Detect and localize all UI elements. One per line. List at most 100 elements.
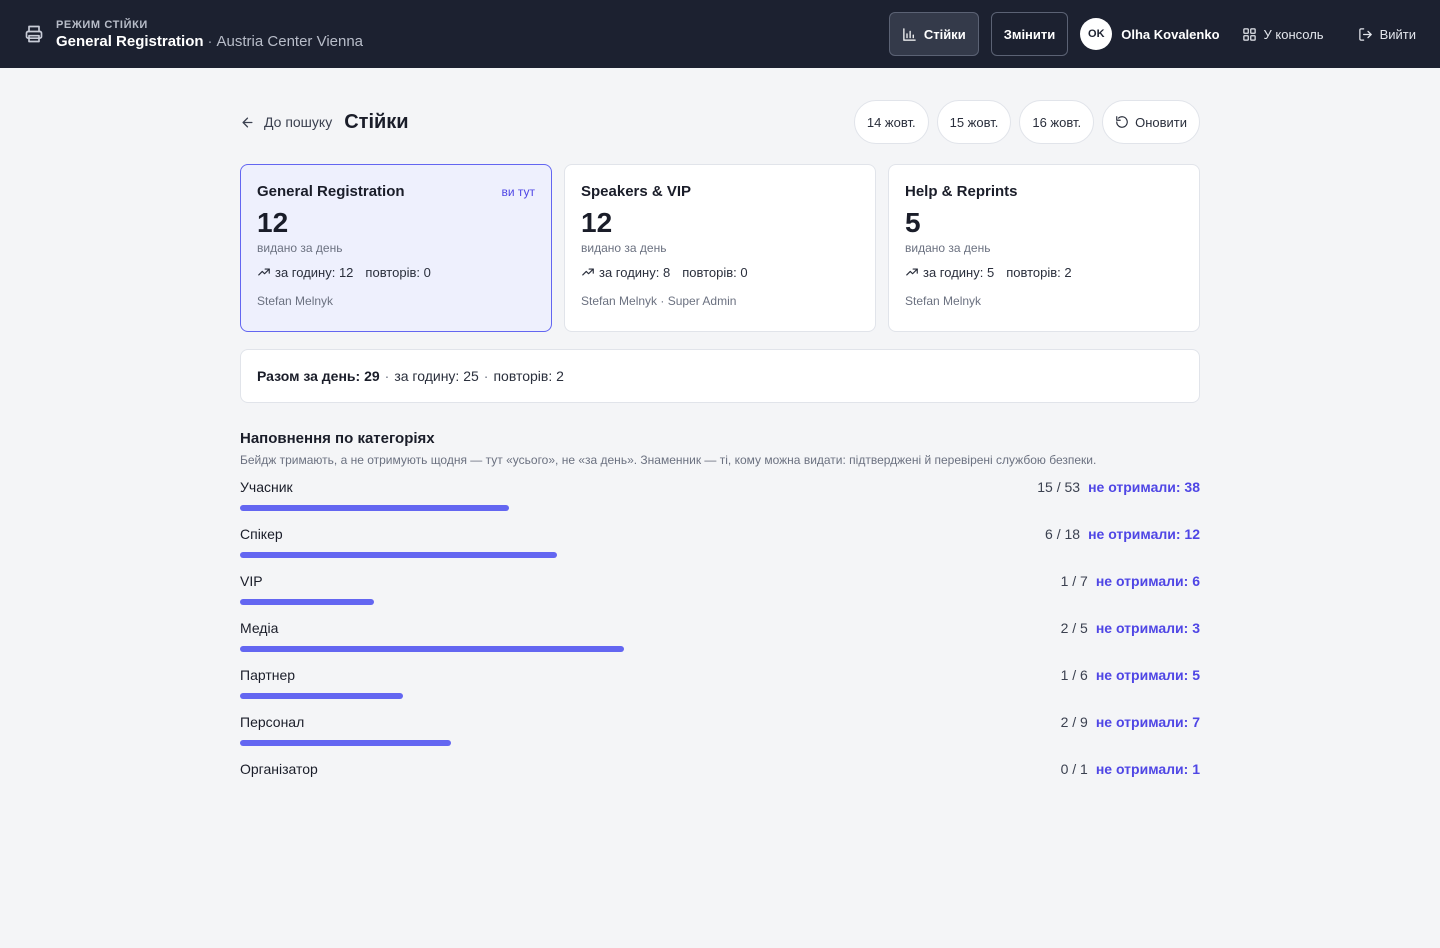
page-title: Стійки (344, 110, 409, 133)
printer-icon (24, 24, 44, 44)
station-card-general[interactable]: General Registration ви тут 12 видано за… (240, 164, 552, 332)
trending-up-icon (906, 268, 918, 276)
category-progress-fill (240, 505, 509, 511)
current-station-badge: ви тут (501, 184, 535, 199)
bar-chart-icon (903, 27, 916, 41)
categories-description: Бейдж тримають, а не отримують щодня — т… (240, 453, 1097, 467)
station-card-help[interactable]: Help & Reprints 5 видано за день за годи… (888, 164, 1200, 332)
category-progress-bar (240, 787, 1200, 793)
stands-button[interactable]: Стійки (888, 12, 979, 56)
category-fraction: 15 / 53 (1037, 479, 1081, 495)
station-card-reprints: повторів: 0 (682, 264, 748, 280)
station-card-per-hour: за годину: 12 (275, 264, 354, 280)
category-fraction: 0 / 1 (1060, 761, 1088, 777)
daily-totals: Разом за день: 29 · за годину: 25 · повт… (240, 349, 1200, 403)
station-card-per-hour: за годину: 5 (923, 264, 995, 280)
main-content: До пошуку Стійки 14 жовт. 15 жовт. 16 жо… (240, 68, 1200, 806)
category-name: Спікер (240, 526, 283, 542)
back-link-label: До пошуку (264, 114, 333, 130)
brand: РЕЖИМ СТІЙКИ General Registration · Austri… (24, 19, 363, 50)
day-button-3[interactable]: 16 жовт. (1019, 100, 1095, 144)
station-card-count: 12 (581, 207, 613, 238)
station-card-reprints: повторів: 0 (365, 264, 431, 280)
category-name: VIP (240, 573, 263, 589)
station-card-count: 12 (257, 207, 289, 238)
trending-up-icon (258, 268, 270, 276)
logout-icon (1358, 27, 1372, 41)
category-fraction: 2 / 5 (1060, 620, 1088, 636)
day-button-1[interactable]: 14 жовт. (853, 100, 929, 144)
station-card-count-label: видано за день (581, 240, 667, 255)
day-selector: 14 жовт. 15 жовт. 16 жовт. Оновити (853, 100, 1200, 144)
category-missing-link[interactable]: не отримали: 12 (1088, 526, 1200, 542)
logout-link[interactable]: Вийти (1358, 27, 1416, 42)
station-card-count-label: видано за день (257, 240, 343, 255)
station-card-speakers[interactable]: Speakers & VIP 12 видано за день за годи… (564, 164, 876, 332)
category-row: VIP 1 / 7 не отримали: 6 (240, 571, 1200, 618)
mode-label: РЕЖИМ СТІЙКИ (56, 18, 148, 31)
station-card-count: 5 (905, 207, 921, 238)
category-name: Організатор (240, 761, 318, 777)
console-link-label: У консоль (1263, 26, 1324, 42)
category-progress-bar (240, 599, 1200, 605)
category-progress-fill (240, 646, 624, 652)
avatar: OK (1080, 18, 1113, 50)
category-missing-link[interactable]: не отримали: 7 (1096, 714, 1200, 730)
station-name: General Registration (56, 32, 204, 50)
category-missing-link[interactable]: не отримали: 38 (1088, 479, 1200, 495)
back-link[interactable]: До пошуку (240, 114, 332, 130)
refresh-button-label: Оновити (1135, 114, 1187, 130)
arrow-left-icon (242, 117, 253, 127)
logout-link-label: Вийти (1379, 26, 1416, 42)
station-card-name: Help & Reprints (905, 183, 1018, 200)
totals-reprints: повторів: 2 (493, 368, 564, 384)
category-fraction: 6 / 18 (1045, 526, 1081, 542)
stands-button-label: Стійки (923, 26, 966, 42)
station-card-reprints: повторів: 2 (1006, 264, 1072, 280)
station-card-count-label: видано за день (905, 240, 991, 255)
category-row: Учасник 15 / 53 не отримали: 38 (240, 477, 1200, 524)
station-card-staff: Stefan Melnyk · Super Admin (581, 293, 737, 308)
category-progress-bar (240, 740, 1200, 746)
category-row: Медіа 2 / 5 не отримали: 3 (240, 618, 1200, 665)
category-progress-fill (240, 693, 404, 699)
day-button-2[interactable]: 15 жовт. (936, 100, 1012, 144)
category-missing-link[interactable]: не отримали: 3 (1096, 620, 1200, 636)
top-nav: Стійки Змінити OK Olha Kovalenko У консо… (888, 12, 1416, 56)
category-row: Спікер 6 / 18 не отримали: 12 (240, 524, 1200, 571)
venue-name: Austria Center Vienna (216, 32, 364, 50)
station-card-staff: Stefan Melnyk (905, 293, 982, 308)
category-progress-fill (240, 599, 375, 605)
user-menu[interactable]: OK Olha Kovalenko (1080, 18, 1220, 50)
trending-up-icon (582, 268, 594, 276)
category-name: Персонал (240, 714, 305, 730)
totals-separator: · (384, 368, 390, 384)
change-button-label: Змінити (1003, 26, 1056, 42)
category-missing-link[interactable]: не отримали: 6 (1096, 573, 1200, 589)
user-name: Olha Kovalenko (1121, 26, 1220, 42)
station-card-name: Speakers & VIP (581, 183, 692, 200)
station-title: General Registration · Austria Center Vien… (56, 33, 363, 50)
console-link[interactable]: У консоль (1242, 27, 1324, 42)
refresh-icon (1116, 116, 1128, 128)
totals-label: Разом за день: (257, 368, 361, 384)
totals-per-hour: за годину: 25 (394, 368, 479, 384)
categories-title: Наповнення по категоріях (240, 430, 435, 447)
category-name: Партнер (240, 667, 296, 683)
category-fraction: 2 / 9 (1060, 714, 1088, 730)
category-row: Партнер 1 / 6 не отримали: 5 (240, 665, 1200, 712)
category-missing-link[interactable]: не отримали: 5 (1096, 667, 1200, 683)
category-missing-link[interactable]: не отримали: 1 (1096, 761, 1200, 777)
refresh-button[interactable]: Оновити (1102, 100, 1200, 144)
category-name: Учасник (240, 479, 293, 495)
station-card-name: General Registration (257, 183, 405, 200)
totals-value: 29 (364, 368, 380, 384)
grid-icon (1242, 27, 1256, 41)
category-progress-fill (240, 740, 452, 746)
category-row: Персонал 2 / 9 не отримали: 7 (240, 712, 1200, 759)
station-card-staff: Stefan Melnyk (257, 293, 334, 308)
change-button[interactable]: Змінити (990, 12, 1069, 56)
station-cards: General Registration ви тут 12 видано за… (240, 164, 1200, 332)
category-fraction: 1 / 7 (1060, 573, 1088, 589)
category-list: Учасник 15 / 53 не отримали: 38 Спікер 6 / 1… (240, 477, 1200, 806)
